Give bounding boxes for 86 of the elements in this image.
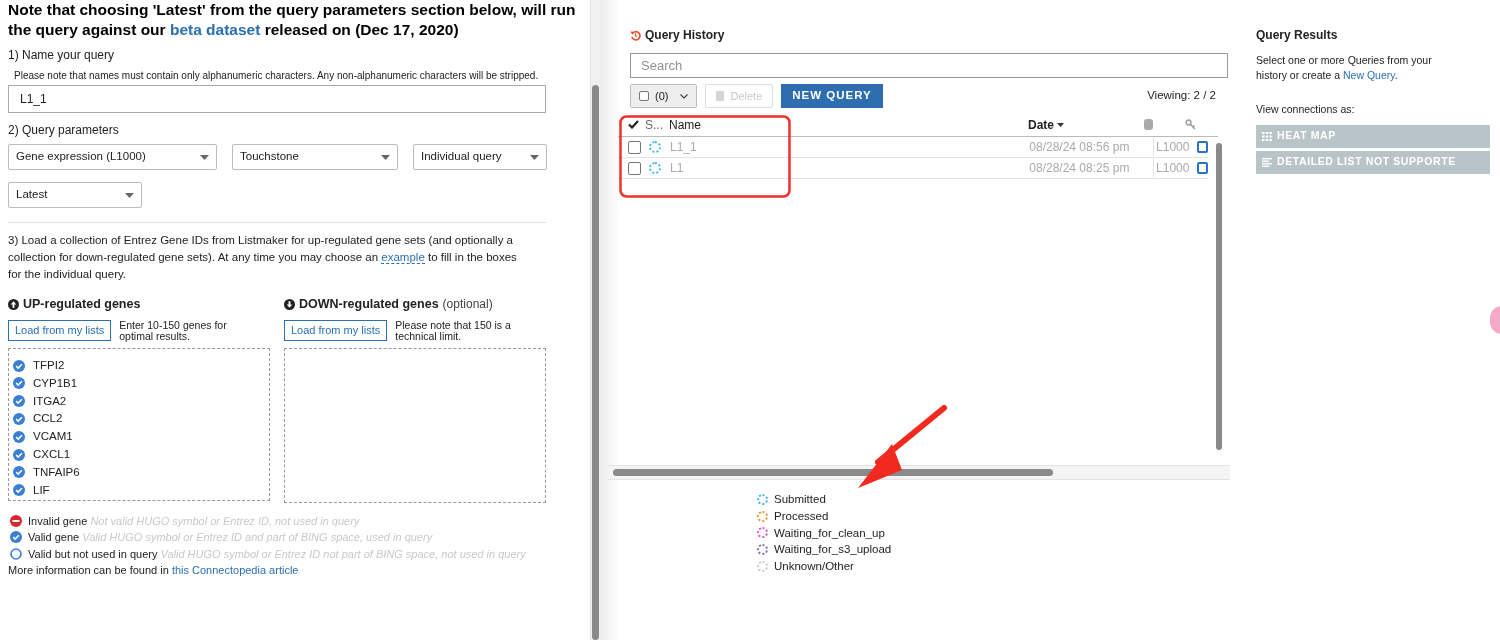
check-circle-icon [13,359,25,372]
sort-caret-icon [1057,122,1065,127]
dropdown[interactable]: Gene expression (L1000) [8,144,217,170]
select-dropdown[interactable]: (0) [630,84,698,108]
hint-text: Enter 10-150 genes for optimal results. [119,319,228,342]
info-text: Select one or more Queries from your history or create a New Query. [1256,53,1433,83]
copy-icon[interactable] [1197,141,1208,153]
gene-list-box[interactable]: TFPI2 CYP1B1 ITGA2 CCL2 VCAM1 CXCL1 TNFAIP6 LIF [8,347,270,501]
dropdown[interactable]: Latest [8,182,142,208]
panel-title: Query History [645,27,725,44]
check-circle-icon [13,466,25,479]
legend-label: Waiting_for_s3_upload [774,542,892,558]
viewing-count: Viewing: 2 / 2 [1147,88,1216,104]
column-header[interactable]: Name [669,115,702,134]
dropdown[interactable]: Individual query [413,144,547,170]
gene-name: LIF [33,482,50,498]
new-query-link[interactable]: New Query [1342,69,1395,81]
gene-input-box[interactable] [284,347,546,503]
info-text: More information can be found in this Connectopedia article [8,563,300,579]
caret-icon [125,192,134,198]
checkbox[interactable] [639,91,649,101]
up-arrow-icon [8,298,19,310]
key-icon [1185,119,1197,130]
dropdown[interactable]: Touchstone [232,144,398,170]
type-cell: L1000 [1153,159,1191,177]
name-input[interactable]: L1_1 [8,85,546,113]
down-arrow-icon [284,298,295,310]
gene-name: TNFAIP6 [33,464,80,480]
gene-name: ITGA2 [33,393,67,409]
scrollbar-thumb[interactable] [1216,143,1222,450]
column-title: UP-regulated genes [23,296,141,313]
caret-icon [381,154,390,160]
gene-name: CYP1B1 [33,375,78,391]
trash-icon [716,91,725,101]
column-header[interactable]: Date [1028,115,1065,134]
dataset-link[interactable]: beta dataset [169,21,261,38]
legend-label: Processed [774,508,829,524]
row-checkbox[interactable] [628,140,641,154]
check-circle-icon [13,413,25,426]
check-circle-icon [13,377,25,390]
check-circle-icon [13,484,25,497]
date-cell-text: 08/28/24 08:56 pm [1029,139,1131,156]
database-icon [1144,119,1154,130]
search-field[interactable]: Search [630,53,1228,78]
checkmark-icon [628,120,639,129]
gene-name: TFPI2 [33,358,65,373]
column-title: DOWN-regulated genes [299,296,439,313]
copy-icon[interactable] [1197,162,1208,174]
legend-label: Submitted [774,492,826,507]
row-checkbox[interactable] [628,161,641,175]
column-header[interactable]: S... [645,115,663,134]
hint-text: Please note that names must contain only alphanumeric characters. Any non-alphanumeric characters will be stripped. [13,70,540,81]
section-label: 1) Name your query [8,47,116,64]
check-circle-icon [13,448,25,461]
gene-name: CXCL1 [33,447,71,462]
history-icon [630,29,641,41]
chevron-icon [680,93,689,99]
example-link[interactable]: example [381,251,425,264]
view-label: View connections as: [1256,102,1356,117]
new-query-button[interactable]: NEW QUERY [781,84,883,108]
grid-icon [1262,131,1272,141]
load-lists-button[interactable]: Load from my lists [284,319,388,341]
caret-icon [200,154,209,160]
optional-label: (optional) [442,296,493,314]
type-cell: L1000 [1153,138,1191,156]
list-icon [1262,157,1272,167]
date-cell-text: 08/28/24 08:25 pm [1029,160,1131,177]
legend-label: Waiting_for_clean_up [774,525,885,541]
instructions-text: 3) Load a collection of Entrez Gene IDs from Listmaker for up-regulated gene sets (and optionally a collection for down-regulated gene sets). At any time you may choose an example to fill in the boxes for the individual query. [8,233,518,282]
circle-icon [10,547,22,560]
gene-name: CCL2 [33,411,63,427]
load-lists-button[interactable]: Load from my lists [8,319,112,341]
section-label: 2) Query parameters [8,122,120,139]
scrollbar-thumb[interactable] [613,469,1053,476]
check-circle-icon [13,430,25,443]
hint-text: Please note that 150 is a technical limit. [395,319,512,342]
no-entry-icon [10,514,22,527]
check-circle-icon [10,531,22,544]
legend-label: Unknown/Other [774,559,854,575]
notice-heading: Note that choosing 'Latest' from the query parameters section below, will run the query against our beta dataset released on (Dec 17, 2020) [8,0,577,40]
article-link[interactable]: this Connectopedia article [171,564,299,577]
caret-icon [530,154,539,160]
check-circle-icon [13,395,25,408]
scrollbar-thumb[interactable] [592,85,599,640]
panel-title: Query Results [1256,27,1339,44]
gene-name: VCAM1 [33,429,73,445]
